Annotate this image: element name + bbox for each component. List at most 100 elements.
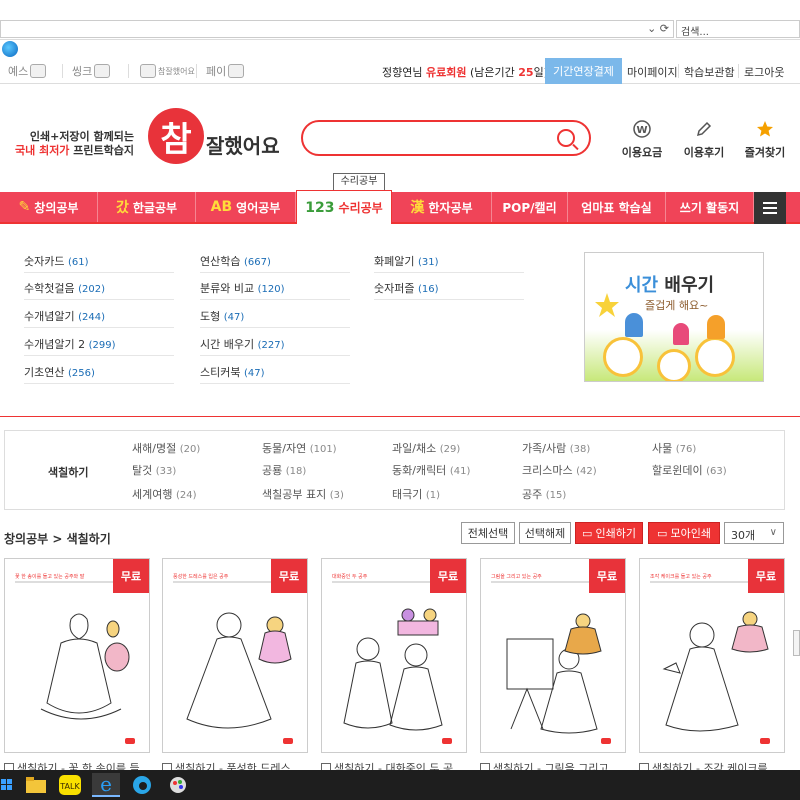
submenu-item[interactable]: 기초연산 (256) <box>24 357 174 384</box>
bookmark-link[interactable]: 즐겨찾기 <box>735 120 795 160</box>
category-item[interactable]: 사물 (76) <box>652 440 696 456</box>
category-label: 크리스마스 <box>522 464 573 477</box>
service-label: 페이 <box>206 65 227 78</box>
nav-creative[interactable]: ✎ 창의공부 <box>0 192 98 222</box>
category-item[interactable]: 공룡 (18) <box>262 462 306 478</box>
divider <box>738 64 739 78</box>
nav-hanja[interactable]: 漢 한자공부 <box>392 192 492 222</box>
submenu-count: (256) <box>67 368 95 379</box>
submenu-item[interactable]: 시간 배우기 (227) <box>200 329 350 356</box>
sheet-line <box>15 581 115 583</box>
submenu-item[interactable]: 연산학습 (667) <box>200 246 350 273</box>
korean-icon: 갔 <box>115 200 129 216</box>
logout-link[interactable]: 로그아웃 <box>744 64 784 80</box>
category-item[interactable]: 세계여행 (24) <box>132 486 197 502</box>
search-icon[interactable] <box>557 129 575 147</box>
submenu-item[interactable]: 수개념알기 (244) <box>24 301 174 328</box>
product-card[interactable]: 꽃 한 송이를 들고 있는 공주와 말 무료 <box>4 558 150 753</box>
utility-bar: 예스 씽크 참잘했어요 페이 정향연님 유료회원 (남은기간 25일) 마이페이… <box>0 58 800 84</box>
submenu-item[interactable]: 수학첫걸음 (202) <box>24 273 174 300</box>
product-card[interactable]: 대화중인 두 공주 무료 <box>321 558 467 753</box>
submenu-label: 시간 배우기 <box>200 338 255 351</box>
product-card[interactable]: 그림을 그리고 있는 공주 무료 <box>480 558 626 753</box>
service-think[interactable]: 씽크 <box>72 62 111 80</box>
promo-title-b: 배우기 <box>664 275 715 296</box>
category-item[interactable]: 가족/사람 (38) <box>522 440 590 456</box>
divider <box>62 64 63 78</box>
product-card[interactable]: 풍성한 드레스를 입은 공주 무료 <box>162 558 308 753</box>
category-item[interactable]: 할로윈데이 (63) <box>652 462 727 478</box>
slogan-highlight: 국내 최저가 <box>15 144 70 157</box>
edge-icon[interactable] <box>128 773 156 797</box>
category-item[interactable]: 탈것 (33) <box>132 462 176 478</box>
brand-seal <box>125 738 135 744</box>
address-controls[interactable]: ⌄ ⟳ <box>647 22 669 35</box>
submenu-item[interactable]: 숫자퍼즐 (16) <box>374 273 524 300</box>
paint-app-icon[interactable] <box>164 773 192 797</box>
extend-payment-button[interactable]: 기간연장결제 <box>545 58 622 84</box>
category-item[interactable]: 새해/명절 (20) <box>132 440 200 456</box>
pay-icon <box>228 64 245 78</box>
file-explorer-icon[interactable] <box>22 773 50 797</box>
product-card[interactable]: 조각 케이크를 들고 있는 공주 무료 <box>639 558 785 753</box>
service-pay[interactable]: 페이 <box>206 62 245 80</box>
category-item[interactable]: 동화/캐릭터 (41) <box>392 462 470 478</box>
service-label: 예스 <box>8 65 29 78</box>
mypage-link[interactable]: 마이페이지 <box>627 64 678 80</box>
nav-math[interactable]: 123 수리공부 <box>296 190 392 224</box>
category-label: 동화/캐릭터 <box>392 464 447 477</box>
library-link[interactable]: 학습보관함 <box>684 64 735 80</box>
submenu-item[interactable]: 수개념알기 2 (299) <box>24 329 174 356</box>
nav-english[interactable]: AB 영어공부 <box>196 192 296 222</box>
princess-coloring-image <box>343 608 443 731</box>
category-item[interactable]: 공주 (15) <box>522 486 566 502</box>
nav-korean[interactable]: 갔 한글공부 <box>98 192 196 222</box>
clock-icon <box>657 349 691 381</box>
menu-bar <box>763 207 777 209</box>
submenu-item[interactable]: 화폐알기 (31) <box>374 246 524 273</box>
deselect-button[interactable]: 선택해제 <box>519 522 571 544</box>
child-figure <box>673 323 689 345</box>
submenu-item[interactable]: 스티커북 (47) <box>200 357 350 384</box>
slogan-rest: 프린트학습지 <box>69 144 134 157</box>
internet-explorer-icon[interactable]: e <box>92 773 120 797</box>
logo-text: 잘했어요 <box>206 134 280 158</box>
per-page-select[interactable]: 30개 ∨ <box>724 522 784 544</box>
category-item[interactable]: 동물/자연 (101) <box>262 440 337 456</box>
submenu-item[interactable]: 도형 (47) <box>200 301 350 328</box>
site-search-input[interactable] <box>301 120 591 156</box>
address-bar[interactable]: ⌄ ⟳ <box>0 20 674 38</box>
promo-subtitle: 즐겁게 해요~ <box>645 299 709 312</box>
yes-icon <box>30 64 47 78</box>
service-cham[interactable]: 참잘했어요 <box>140 62 195 80</box>
kakaotalk-icon[interactable]: TALK <box>56 773 84 797</box>
browser-search-input[interactable]: 검색... <box>676 20 800 38</box>
promo-title-a: 시간 <box>625 275 665 296</box>
nav-pop[interactable]: POP/캘리 <box>492 192 568 222</box>
scrollbar-handle[interactable] <box>793 630 800 656</box>
category-item[interactable]: 색칠공부 표지 (3) <box>262 486 344 502</box>
category-item[interactable]: 과일/채소 (29) <box>392 440 460 456</box>
menu-icon[interactable] <box>754 192 786 224</box>
nav-writing[interactable]: 쓰기 활동지 <box>666 192 754 222</box>
category-item[interactable]: 태극기 (1) <box>392 486 440 502</box>
nav-label: 수리공부 <box>338 201 383 215</box>
edge-tab-icon[interactable] <box>2 41 18 57</box>
sheet-title: 풍성한 드레스를 입은 공주 <box>173 574 229 580</box>
print-button[interactable]: ▭ 인쇄하기 <box>575 522 643 544</box>
category-item[interactable]: 크리스마스 (42) <box>522 462 597 478</box>
site-logo[interactable]: 참 잘했어요 <box>148 108 288 168</box>
batch-print-button[interactable]: ▭ 모아인쇄 <box>648 522 720 544</box>
select-all-button[interactable]: 전체선택 <box>461 522 515 544</box>
service-yes[interactable]: 예스 <box>8 62 47 80</box>
submenu-item[interactable]: 분류와 비교 (120) <box>200 273 350 300</box>
submenu-item[interactable]: 숫자카드 (61) <box>24 246 174 273</box>
batch-print-label: 모아인쇄 <box>670 527 711 540</box>
pricing-link[interactable]: W 이용요금 <box>612 120 672 160</box>
start-icon[interactable] <box>0 773 14 797</box>
nav-mom[interactable]: 엄마표 학습실 <box>568 192 666 222</box>
reviews-link[interactable]: 이용후기 <box>674 120 734 160</box>
promo-banner[interactable]: 시간 배우기 즐겁게 해요~ <box>584 252 764 382</box>
submenu-label: 숫자퍼즐 <box>374 282 415 295</box>
cham-icon <box>140 64 156 78</box>
